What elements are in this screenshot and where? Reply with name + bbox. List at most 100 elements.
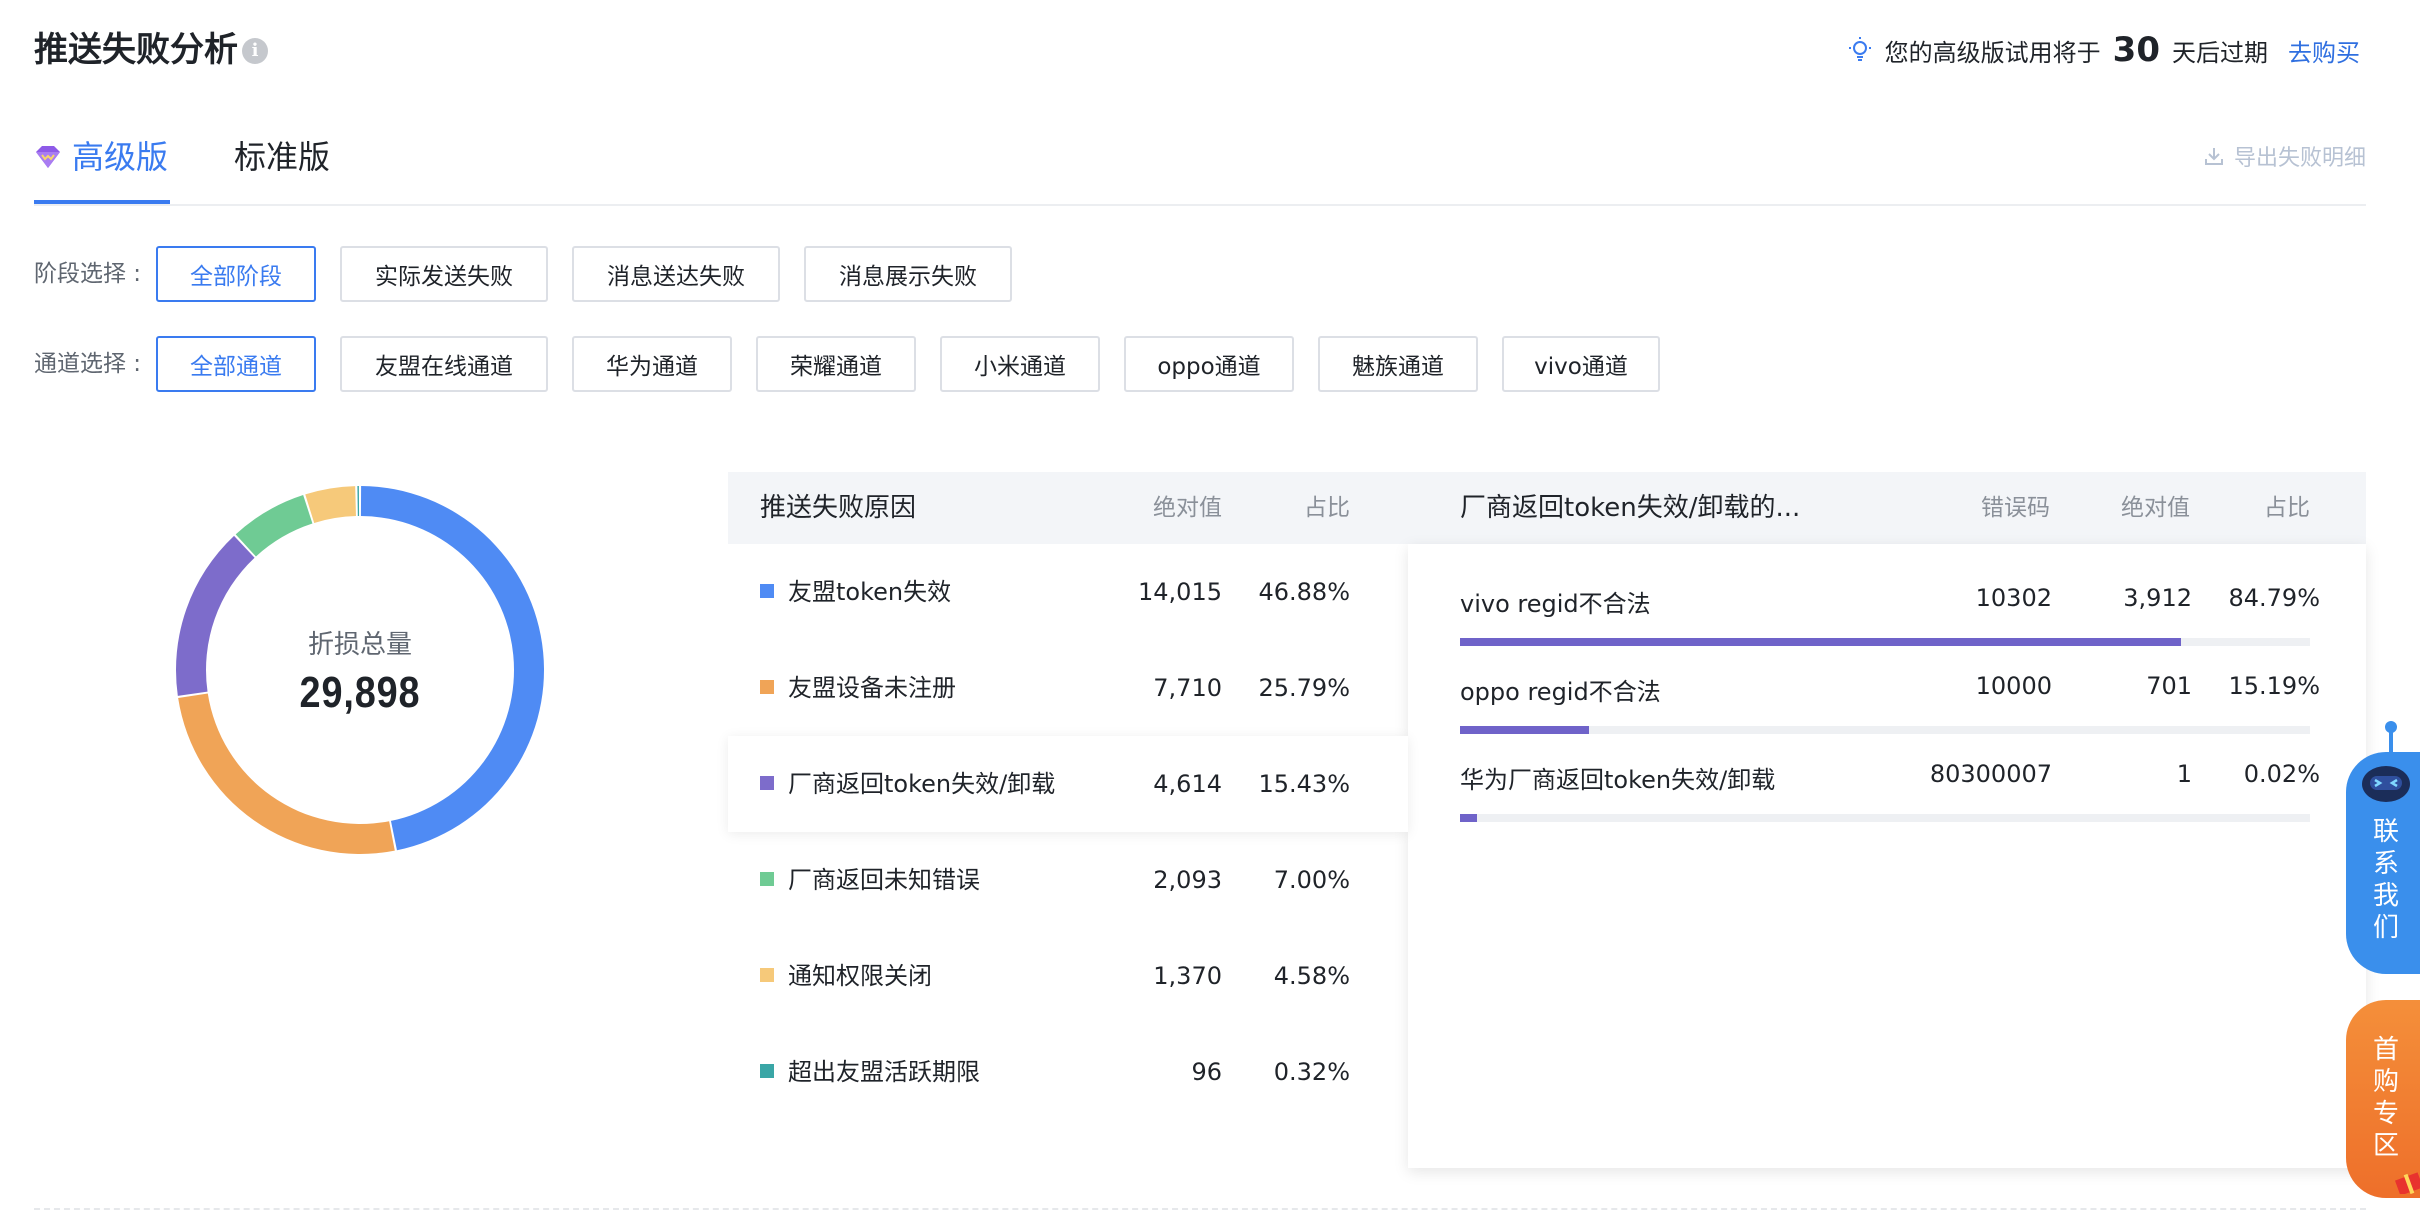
buy-link[interactable]: 去购买 — [2288, 33, 2360, 68]
detail-code: 10000 — [1975, 672, 2052, 700]
detail-abs: 3,912 — [2123, 584, 2192, 612]
reason-abs: 1,370 — [1153, 962, 1222, 990]
channel-chip-umeng[interactable]: 友盟在线通道 — [340, 336, 548, 392]
detail-bar-track — [1460, 638, 2310, 646]
detail-header-abs: 绝对值 — [2121, 495, 2190, 521]
detail-row: 华为厂商返回token失效/卸载 80300007 1 0.02% — [1460, 742, 2320, 830]
trial-notice: 您的高级版试用将于 30 天后过期 去购买 — [1847, 28, 2360, 72]
detail-pct: 15.19% — [2228, 672, 2320, 700]
reason-name: 通知权限关闭 — [788, 962, 932, 990]
trial-suffix: 天后过期 — [2172, 38, 2268, 67]
detail-header-code: 错误码 — [1981, 495, 2050, 521]
reason-pct: 15.43% — [1258, 770, 1350, 798]
donut-center-label: 折损总量 — [307, 630, 412, 660]
channel-chip-meizu[interactable]: 魅族通道 — [1318, 336, 1478, 392]
channel-chip-all[interactable]: 全部通道 — [156, 336, 316, 392]
detail-table-body: vivo regid不合法 10302 3,912 84.79% oppo regid不… — [1408, 544, 2366, 1168]
reasons-table-header: 推送失败原因 绝对值 占比 — [728, 472, 1408, 544]
detail-table-header: 厂商返回token失效/卸载的... 错误码 绝对值 占比 — [1408, 472, 2366, 544]
stage-chip-display-fail[interactable]: 消息展示失败 — [804, 246, 1012, 302]
contact-us-label: 联系我们 — [2372, 817, 2399, 943]
detail-pct: 84.79% — [2228, 584, 2320, 612]
trial-prefix: 您的高级版试用将于 — [1884, 38, 2101, 67]
info-icon[interactable]: i — [242, 38, 268, 64]
reason-row[interactable]: 厂商返回未知错误 2,093 7.00% — [728, 832, 1408, 928]
legend-swatch — [760, 872, 774, 886]
trial-days: 30 — [2112, 30, 2160, 70]
reasons-header-reason: 推送失败原因 — [760, 493, 917, 523]
reason-abs: 96 — [1191, 1058, 1222, 1086]
gift-icon — [2394, 1172, 2420, 1194]
channel-chip-vivo[interactable]: vivo通道 — [1502, 336, 1660, 392]
detail-name: vivo regid不合法 — [1460, 590, 1651, 618]
channel-chip-oppo[interactable]: oppo通道 — [1124, 336, 1294, 392]
reason-pct: 7.00% — [1273, 866, 1350, 894]
detail-row: oppo regid不合法 10000 701 15.19% — [1460, 654, 2320, 742]
detail-code: 80300007 — [1929, 760, 2052, 788]
reason-abs: 7,710 — [1153, 674, 1222, 702]
tabs-divider — [34, 204, 2366, 206]
reason-row[interactable]: 友盟token失效 14,015 46.88% — [728, 544, 1408, 640]
reason-abs: 2,093 — [1153, 866, 1222, 894]
robot-icon — [2362, 766, 2410, 802]
reason-pct: 4.58% — [1273, 962, 1350, 990]
reasons-header-abs: 绝对值 — [1153, 495, 1222, 521]
legend-swatch — [760, 680, 774, 694]
reason-row[interactable]: 超出友盟活跃期限 96 0.32% — [728, 1024, 1408, 1120]
tab-premium[interactable]: 高级版 — [34, 132, 170, 204]
legend-swatch — [760, 776, 774, 790]
reason-row[interactable]: 厂商返回token失效/卸载 4,614 15.43% — [728, 736, 1408, 832]
detail-bar-track — [1460, 814, 2310, 822]
reason-row[interactable]: 通知权限关闭 1,370 4.58% — [728, 928, 1408, 1024]
channel-chip-xiaomi[interactable]: 小米通道 — [940, 336, 1100, 392]
detail-name: 华为厂商返回token失效/卸载 — [1460, 766, 1776, 794]
export-label: 导出失败明细 — [2233, 146, 2366, 171]
channel-chip-huawei[interactable]: 华为通道 — [572, 336, 732, 392]
legend-swatch — [760, 1064, 774, 1078]
export-button[interactable]: 导出失败明细 — [2204, 140, 2366, 172]
legend-swatch — [760, 584, 774, 598]
reason-name: 友盟token失效 — [788, 578, 952, 606]
tab-standard[interactable]: 标准版 — [234, 132, 330, 204]
reason-row[interactable]: 友盟设备未注册 7,710 25.79% — [728, 640, 1408, 736]
channel-chip-honor[interactable]: 荣耀通道 — [756, 336, 916, 392]
donut-slice[interactable] — [357, 486, 360, 517]
detail-header-pct: 占比 — [2264, 495, 2310, 521]
donut-center-value: 29,898 — [299, 668, 421, 717]
reason-pct: 0.32% — [1273, 1058, 1350, 1086]
donut-slice[interactable] — [235, 495, 313, 557]
stage-chip-deliver-fail[interactable]: 消息送达失败 — [572, 246, 780, 302]
reasons-header-pct: 占比 — [1304, 495, 1350, 521]
first-purchase-button[interactable]: 首购专区 — [2346, 1000, 2420, 1198]
diamond-icon — [36, 146, 60, 168]
channel-filter-label: 通道选择 : — [34, 351, 142, 377]
donut-slice[interactable] — [305, 486, 356, 523]
page-title: 推送失败分析 — [34, 30, 238, 70]
reason-pct: 46.88% — [1258, 578, 1350, 606]
reason-name: 厂商返回未知错误 — [788, 866, 980, 894]
detail-bar-track — [1460, 726, 2310, 734]
reason-abs: 14,015 — [1138, 578, 1222, 606]
contact-us-button[interactable]: 联系我们 — [2346, 752, 2420, 974]
tab-premium-label: 高级版 — [72, 138, 169, 176]
reason-abs: 4,614 — [1153, 770, 1222, 798]
reason-name: 友盟设备未注册 — [788, 674, 956, 702]
lightbulb-icon — [1848, 37, 1871, 61]
download-icon — [2204, 148, 2223, 165]
reason-pct: 25.79% — [1258, 674, 1350, 702]
first-purchase-label: 首购专区 — [2372, 1035, 2399, 1161]
stage-filter-label: 阶段选择 : — [34, 261, 142, 287]
detail-code: 10302 — [1975, 584, 2052, 612]
reason-name: 超出友盟活跃期限 — [788, 1058, 980, 1086]
detail-pct: 0.02% — [2243, 760, 2320, 788]
legend-swatch — [760, 968, 774, 982]
stage-chip-all[interactable]: 全部阶段 — [156, 246, 316, 302]
donut-slice[interactable] — [176, 535, 255, 696]
detail-header-title: 厂商返回token失效/卸载的... — [1460, 493, 1801, 523]
stage-chip-send-fail[interactable]: 实际发送失败 — [340, 246, 548, 302]
detail-bar-fill — [1460, 726, 1590, 734]
detail-abs: 1 — [2176, 760, 2192, 788]
reason-name: 厂商返回token失效/卸载 — [788, 770, 1056, 798]
detail-bar-fill — [1460, 814, 1477, 822]
detail-row: vivo regid不合法 10302 3,912 84.79% — [1460, 566, 2320, 654]
